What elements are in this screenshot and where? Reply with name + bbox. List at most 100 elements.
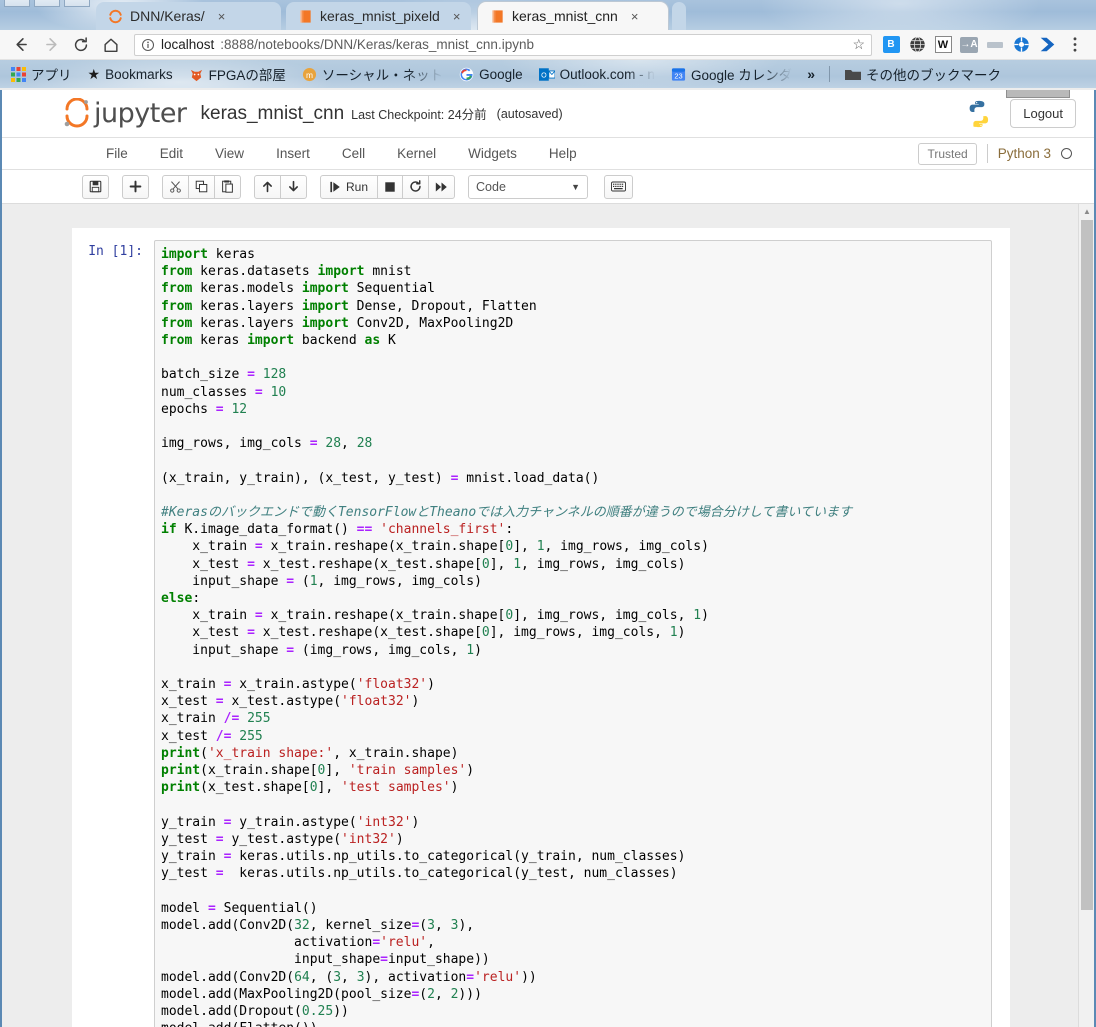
blue-target-extension-icon[interactable]: [1010, 34, 1032, 56]
arrow-up-icon[interactable]: [254, 174, 281, 199]
scissors-icon[interactable]: [162, 174, 189, 199]
menu-insert[interactable]: Insert: [260, 137, 326, 170]
fast-forward-icon[interactable]: [428, 174, 456, 199]
chevron-down-icon: ▼: [571, 181, 581, 192]
star-bookmark-icon[interactable]: ☆: [852, 36, 865, 53]
tab-close-icon[interactable]: ×: [218, 10, 226, 23]
toolbar-group-clipboard: [162, 174, 241, 199]
outlook-icon: O: [538, 67, 555, 81]
notebook-scroll-region: In [1]: import keras from keras.datasets…: [2, 204, 1094, 1027]
notebook-scrollbar[interactable]: ▲: [1078, 204, 1094, 1027]
jupyter-logo[interactable]: jupyter: [62, 97, 187, 130]
menu-cell[interactable]: Cell: [326, 137, 381, 170]
command-palette-icon[interactable]: [604, 174, 634, 199]
last-checkpoint: Last Checkpoint: 24分前: [351, 108, 487, 122]
jupyter-page: jupyter keras_mnist_cnn Last Checkpoint:…: [0, 90, 1096, 1027]
bookmarks-overflow-button[interactable]: »: [803, 66, 819, 82]
arrow-down-icon[interactable]: [280, 174, 307, 199]
svg-text:23: 23: [674, 71, 682, 80]
toolbar-group-palette: [604, 174, 634, 199]
omnibox-path: :8888/notebooks/DNN/Keras/keras_mnist_cn…: [220, 37, 534, 52]
translate-extension-icon[interactable]: →A: [958, 34, 980, 56]
bookmark-label: アプリ: [31, 68, 72, 83]
menubar-right: Trusted Python 3: [918, 142, 1094, 165]
scroll-thumb[interactable]: [1081, 220, 1093, 910]
bookmark-label: その他のブックマーク: [866, 68, 1002, 83]
menu-view[interactable]: View: [199, 137, 260, 170]
browser-tab-label: keras_mnist_cnn: [512, 8, 618, 24]
bookmark-label: FPGAの部屋: [208, 68, 286, 83]
bookmark-social-net[interactable]: m ソーシャル・ネット: [297, 62, 448, 86]
home-icon[interactable]: [98, 32, 124, 58]
jupyter-spinner-icon: [109, 9, 122, 23]
navigation-toolbar: localhost:8888/notebooks/DNN/Keras/keras…: [0, 30, 1096, 60]
bookmark-google[interactable]: Google: [454, 65, 528, 84]
python-logo-icon: [969, 100, 989, 127]
window-restore-button[interactable]: [1006, 90, 1070, 98]
window-button-2[interactable]: [34, 0, 60, 7]
stop-square-icon[interactable]: [377, 174, 404, 199]
header-right: Logout: [964, 99, 1076, 129]
autosave-status: (autosaved): [496, 106, 563, 121]
bookmark-google-calendar[interactable]: 23 Google カレンダ: [666, 62, 797, 86]
plus-icon[interactable]: [122, 174, 149, 199]
browser-tab-label: keras_mnist_pixeld: [320, 8, 440, 24]
jupyter-logo-icon: [64, 97, 89, 127]
bookmark-other-folder[interactable]: その他のブックマーク: [840, 62, 1006, 86]
browser-tab-1[interactable]: keras_mnist_pixeld ×: [286, 2, 471, 30]
blue-arrow-extension-icon[interactable]: [1036, 34, 1058, 56]
run-cell-button[interactable]: Run: [320, 174, 379, 199]
chrome-menu-icon[interactable]: [1062, 32, 1088, 58]
back-arrow-icon[interactable]: [8, 32, 34, 58]
svg-text:O: O: [541, 71, 547, 79]
bookmark-bookmarks[interactable]: ★ Bookmarks: [83, 64, 178, 85]
toolbar-group-insert: [122, 174, 149, 199]
bookmark-outlook[interactable]: O Outlook.com - n: [534, 65, 660, 84]
address-bar[interactable]: localhost:8888/notebooks/DNN/Keras/keras…: [134, 33, 872, 56]
menu-widgets[interactable]: Widgets: [452, 137, 533, 170]
star-icon: ★: [87, 65, 101, 82]
reload-icon[interactable]: [68, 32, 94, 58]
code-editor[interactable]: import keras from keras.datasets import …: [161, 246, 987, 1027]
notebook-cell[interactable]: In [1]: import keras from keras.datasets…: [72, 228, 1010, 1027]
info-circle-icon[interactable]: [141, 38, 155, 52]
scroll-up-arrow-icon[interactable]: ▲: [1079, 204, 1094, 218]
menubar-divider: [986, 144, 988, 163]
bookmark-label: Google: [479, 66, 523, 82]
paste-icon[interactable]: [214, 174, 241, 199]
window-button-3[interactable]: [64, 0, 90, 7]
bookmark-label: Google カレンダ: [690, 68, 793, 83]
google-g-icon: [459, 67, 474, 81]
bookmarks-separator: [829, 66, 831, 82]
cell-prompt: In [1]:: [88, 244, 143, 259]
window-button-1[interactable]: [4, 0, 30, 7]
blue-b-extension-icon[interactable]: B: [880, 34, 902, 56]
save-icon[interactable]: [82, 174, 109, 199]
cell-type-select[interactable]: Code ▼: [468, 174, 589, 199]
run-label: Run: [346, 179, 369, 194]
menu-file[interactable]: File: [90, 137, 144, 170]
tab-close-icon[interactable]: ×: [631, 10, 639, 23]
cell-input-area[interactable]: import keras from keras.datasets import …: [154, 240, 992, 1027]
kernel-name[interactable]: Python 3: [998, 146, 1051, 161]
browser-tab-0[interactable]: DNN/Keras/ ×: [96, 2, 281, 30]
bookmark-fpga[interactable]: FPGAの部屋: [184, 62, 291, 86]
trusted-badge[interactable]: Trusted: [918, 142, 977, 165]
eraser-extension-icon[interactable]: [984, 34, 1006, 56]
menu-edit[interactable]: Edit: [144, 137, 199, 170]
menu-help[interactable]: Help: [533, 137, 593, 170]
w-extension-icon[interactable]: W: [932, 34, 954, 56]
bookmark-apps[interactable]: アプリ: [6, 62, 77, 86]
copy-icon[interactable]: [188, 174, 215, 199]
browser-window: DNN/Keras/ × keras_mnist_pixeld × keras_…: [0, 0, 1096, 1027]
notebook-name[interactable]: keras_mnist_cnn: [201, 103, 345, 125]
restart-icon[interactable]: [402, 174, 430, 199]
tab-close-icon[interactable]: ×: [453, 10, 461, 23]
globe-extension-icon[interactable]: [906, 34, 928, 56]
bookmark-label: Outlook.com - n: [559, 66, 655, 82]
browser-tab-partial[interactable]: [672, 2, 686, 30]
menu-kernel[interactable]: Kernel: [381, 137, 452, 170]
forward-arrow-icon: [38, 32, 64, 58]
logout-button[interactable]: Logout: [1010, 99, 1076, 128]
browser-tab-2[interactable]: keras_mnist_cnn ×: [478, 2, 668, 30]
